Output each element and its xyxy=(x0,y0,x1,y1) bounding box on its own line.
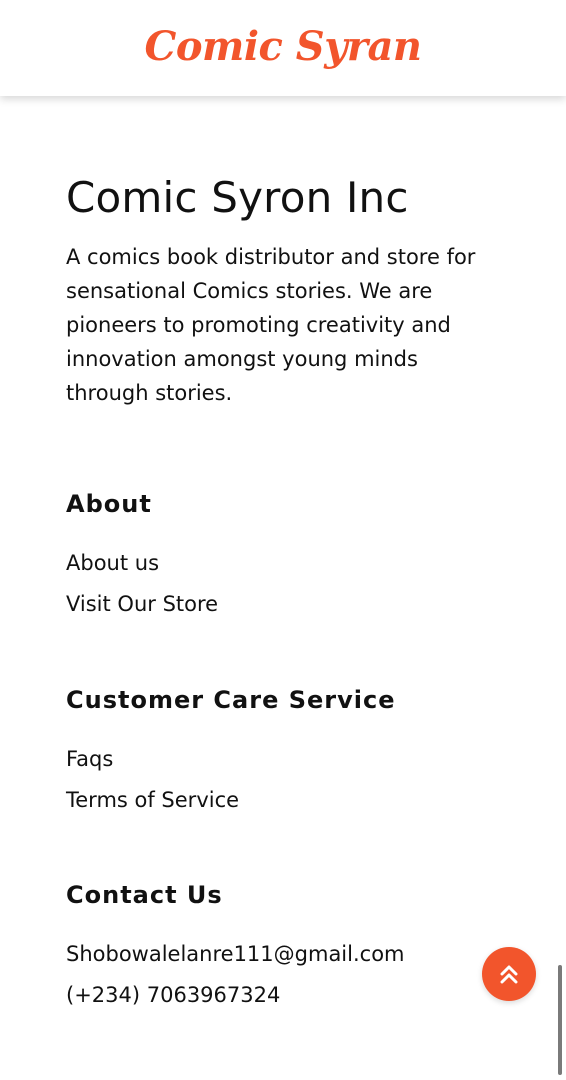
about-title: About xyxy=(66,490,152,518)
brand-description: A comics book distributor and store for … xyxy=(66,245,476,405)
double-chevron-up-icon xyxy=(500,965,518,984)
customer-care-section: Customer Care Service Faqs Terms of Serv… xyxy=(66,684,526,815)
scroll-to-top-button[interactable] xyxy=(482,947,536,1001)
brand-section: Comic Syron Inc A comics book distributo… xyxy=(66,170,506,410)
faqs-link[interactable]: Faqs xyxy=(66,744,526,774)
page-scrollbar[interactable] xyxy=(558,965,562,1075)
site-logo[interactable]: Comic Syran xyxy=(144,23,422,70)
contact-section: Contact Us Shobowalelanre111@gmail.com (… xyxy=(66,879,526,1010)
about-us-link[interactable]: About us xyxy=(66,548,526,578)
contact-phone-link[interactable]: (+234) 7063967324 xyxy=(66,980,526,1010)
visit-store-link[interactable]: Visit Our Store xyxy=(66,589,526,619)
brand-title: Comic Syron Inc xyxy=(66,173,409,222)
site-header: Comic Syran xyxy=(0,0,566,96)
about-section: About About us Visit Our Store xyxy=(66,488,526,619)
terms-of-service-link[interactable]: Terms of Service xyxy=(66,785,526,815)
customer-care-title: Customer Care Service xyxy=(66,686,396,714)
contact-email-link[interactable]: Shobowalelanre111@gmail.com xyxy=(66,939,526,969)
contact-title: Contact Us xyxy=(66,881,223,909)
